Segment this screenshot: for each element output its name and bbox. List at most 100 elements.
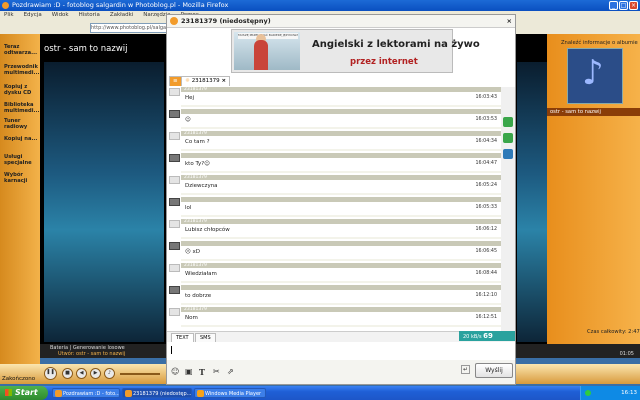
message-text: Hej bbox=[185, 95, 195, 101]
message-text: Lubisz chłopców bbox=[185, 227, 230, 233]
minimize-button[interactable]: _ bbox=[609, 1, 618, 10]
message-header bbox=[181, 153, 501, 158]
nav-skin-chooser[interactable]: Wybór karnacji bbox=[4, 172, 38, 184]
firefox-task-icon bbox=[55, 390, 62, 397]
wmp-visualization-right bbox=[515, 34, 547, 344]
previous-button[interactable]: ◀ bbox=[76, 368, 87, 379]
nav-media-guide[interactable]: Przewodnik multimedi... bbox=[4, 64, 39, 76]
menu-zakladki[interactable]: Zakładki bbox=[110, 12, 133, 18]
task-chat[interactable]: 23181379 (niedostęp... bbox=[122, 388, 192, 398]
album-info-link[interactable]: Znaleźć informacje o albumie bbox=[561, 40, 638, 46]
message-row: lol 16:05:33 bbox=[167, 197, 501, 217]
send-file-icon[interactable]: ⇗ bbox=[227, 367, 234, 376]
avatar[interactable] bbox=[169, 220, 180, 228]
gg-task-icon bbox=[125, 390, 132, 397]
message-divider bbox=[181, 325, 501, 327]
picture-icon[interactable]: ▣ bbox=[185, 367, 193, 376]
avatar[interactable] bbox=[169, 198, 180, 206]
attach-icon[interactable]: ✂ bbox=[213, 367, 220, 376]
message-time: 16:08:44 bbox=[475, 271, 497, 276]
message-text: Nom bbox=[185, 315, 198, 321]
ad-banner[interactable]: MUSZĘ PRZEŁAMAĆ BARIERĘ JĘZYKOWĄ Angiels… bbox=[231, 29, 480, 73]
message-row: 23181379 Hej 16:03:43 bbox=[167, 87, 501, 107]
task-chat-label: 23181379 (niedostęp... bbox=[133, 391, 192, 397]
menu-plik[interactable]: Plik bbox=[4, 12, 14, 18]
task-firefox[interactable]: Pozdrawiam :D - foto... bbox=[52, 388, 120, 398]
music-note-icon: ♪ bbox=[582, 53, 604, 93]
nav-now-playing[interactable]: Teraz odtwarza... bbox=[4, 44, 38, 56]
send-button[interactable]: Wyślij bbox=[475, 363, 513, 378]
message-header: 23181379 bbox=[181, 307, 501, 312]
contact-card-icon[interactable] bbox=[503, 149, 513, 159]
play-pause-button[interactable]: ❚❚ bbox=[44, 367, 57, 380]
message-text: kto Ty?☺ bbox=[185, 161, 210, 167]
tab-close-icon[interactable]: × bbox=[221, 78, 226, 84]
stop-button[interactable]: ■ bbox=[62, 368, 73, 379]
message-header bbox=[181, 241, 501, 246]
avatar[interactable] bbox=[169, 132, 180, 140]
ad-image: MUSZĘ PRZEŁAMAĆ BARIERĘ JĘZYKOWĄ bbox=[234, 32, 300, 70]
nav-rip-cd[interactable]: Kopiuj z dysku CD bbox=[4, 84, 38, 96]
message-header: 23181379 bbox=[181, 175, 501, 180]
avatar[interactable] bbox=[169, 242, 180, 250]
avatar[interactable] bbox=[169, 88, 180, 96]
emoticon-icon[interactable]: ☺ bbox=[171, 367, 179, 376]
char-counter: 20 kB/s 69 bbox=[459, 331, 515, 341]
sms-icon[interactable] bbox=[503, 133, 513, 143]
message-time: 16:06:45 bbox=[475, 249, 497, 254]
message-row: 23181379 Nom 16:12:51 bbox=[167, 307, 501, 327]
message-input[interactable] bbox=[167, 342, 515, 361]
chat-side-bar bbox=[501, 87, 515, 331]
message-divider bbox=[181, 149, 501, 151]
message-divider bbox=[181, 105, 501, 107]
tab-menu-icon[interactable]: ≡ bbox=[169, 76, 182, 86]
nav-burn[interactable]: Kopiuj na... bbox=[4, 136, 38, 142]
close-button[interactable]: × bbox=[629, 1, 638, 10]
avatar[interactable] bbox=[169, 154, 180, 162]
visualization-graphic-right bbox=[517, 62, 547, 342]
format-text-icon[interactable]: T bbox=[199, 367, 205, 377]
message-time: 16:03:43 bbox=[475, 95, 497, 100]
start-button[interactable]: Start bbox=[0, 386, 48, 400]
mute-button[interactable]: ♪ bbox=[104, 368, 115, 379]
maximize-button[interactable]: □ bbox=[619, 1, 628, 10]
message-text: lol bbox=[185, 205, 192, 211]
next-button[interactable]: ▶ bbox=[90, 368, 101, 379]
message-list: 23181379 Hej 16:03:43 ☺ 16:03:53 23181379 Co t… bbox=[167, 87, 501, 331]
message-time: 16:04:34 bbox=[475, 139, 497, 144]
network-icon[interactable] bbox=[585, 390, 591, 396]
menu-historia[interactable]: Historia bbox=[79, 12, 100, 18]
avatar[interactable] bbox=[169, 176, 180, 184]
chat-close-icon[interactable]: × bbox=[507, 15, 512, 27]
message-divider bbox=[181, 171, 501, 173]
enter-key-icon[interactable]: ↵ bbox=[461, 365, 471, 374]
ad-sign: MUSZĘ PRZEŁAMAĆ BARIERĘ JĘZYKOWĄ bbox=[238, 33, 298, 39]
message-header: 23181379 bbox=[181, 219, 501, 224]
avatar[interactable] bbox=[169, 264, 180, 272]
menu-edycja[interactable]: Edycja bbox=[24, 12, 42, 18]
message-row: 23181379 Dziewczyna 16:05:24 bbox=[167, 175, 501, 195]
message-header: 23181379 bbox=[181, 263, 501, 268]
nav-radio-tuner[interactable]: Tuner radiowy bbox=[4, 118, 38, 130]
menu-widok[interactable]: Widok bbox=[52, 12, 69, 18]
task-wmp-label: Windows Media Player bbox=[205, 391, 262, 397]
avatar[interactable] bbox=[169, 110, 180, 118]
message-text: Co tam ? bbox=[185, 139, 210, 145]
nav-premium-services[interactable]: Usługi specjalne bbox=[4, 154, 38, 166]
avatar[interactable] bbox=[169, 286, 180, 294]
avatar[interactable] bbox=[169, 308, 180, 316]
wmp-nav-panel: Teraz odtwarza... Przewodnik multimedi..… bbox=[0, 34, 40, 364]
chat-tab[interactable]: ☼ 23181379 × bbox=[181, 76, 231, 86]
message-header: 23181379 bbox=[181, 131, 501, 136]
clock: 16:13 bbox=[621, 390, 637, 396]
playlist-item[interactable]: ostr - sam to nazwij bbox=[547, 108, 640, 116]
nav-library[interactable]: Biblioteka multimedi... bbox=[4, 102, 39, 114]
task-wmp[interactable]: Windows Media Player bbox=[194, 388, 266, 398]
message-text: ☺ bbox=[185, 117, 191, 123]
browser-status-text: Zakończono bbox=[2, 376, 36, 382]
message-divider bbox=[181, 259, 501, 261]
status-sun-icon: ☼ bbox=[185, 78, 190, 84]
message-text: ☹ xD bbox=[185, 249, 200, 255]
volume-slider[interactable] bbox=[120, 373, 160, 375]
phone-icon[interactable] bbox=[503, 117, 513, 127]
